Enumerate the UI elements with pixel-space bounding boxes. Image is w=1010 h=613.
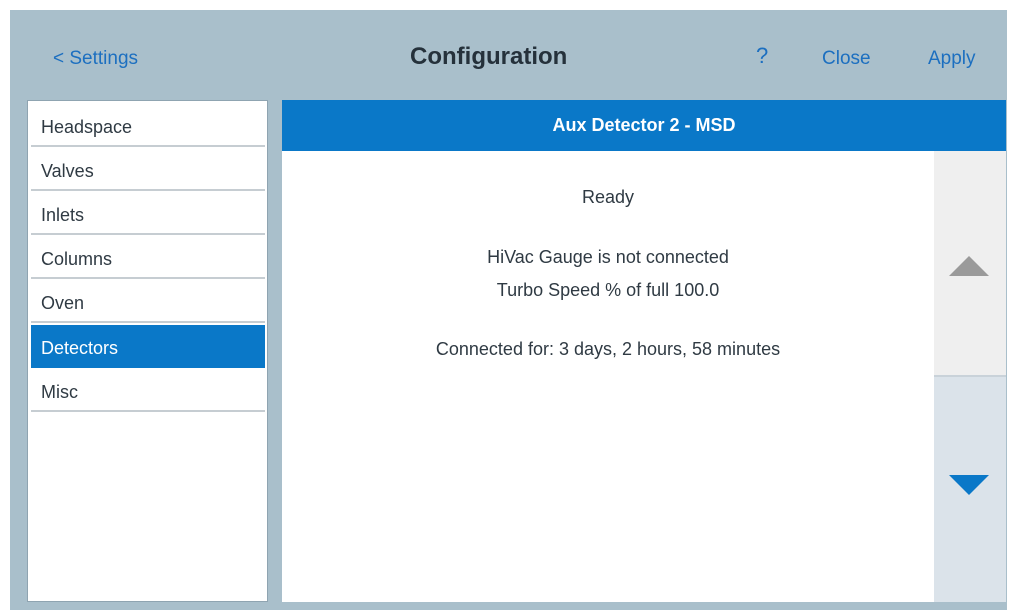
help-button[interactable]: ? xyxy=(756,43,768,69)
gauge-status-text: HiVac Gauge is not connected xyxy=(487,247,729,267)
sidebar-item-headspace[interactable]: Headspace xyxy=(31,104,265,147)
sidebar-item-label: Valves xyxy=(41,161,94,181)
triangle-down-icon xyxy=(949,475,989,495)
back-to-settings-button[interactable]: < Settings xyxy=(53,48,138,70)
close-button[interactable]: Close xyxy=(822,48,871,70)
sidebar-item-label: Misc xyxy=(41,382,78,402)
panel-body: Ready HiVac Gauge is not connected Turbo… xyxy=(282,151,934,602)
turbo-speed-text: Turbo Speed % of full 100.0 xyxy=(496,280,720,300)
scroll-up-button[interactable] xyxy=(934,151,1006,375)
sidebar-item-label: Oven xyxy=(41,293,85,313)
sidebar-item-label: Headspace xyxy=(41,117,133,137)
sidebar-item-misc[interactable]: Misc xyxy=(31,369,265,412)
sidebar-item-detectors[interactable]: Detectors xyxy=(31,325,265,368)
sidebar-item-oven[interactable]: Oven xyxy=(31,280,265,323)
sidebar-item-inlets[interactable]: Inlets xyxy=(31,192,265,235)
sidebar-item-label: Inlets xyxy=(41,205,85,225)
triangle-up-icon xyxy=(949,256,989,276)
connected-duration-text: Connected for: 3 days, 2 hours, 58 minut… xyxy=(435,339,781,359)
sidebar-item-valves[interactable]: Valves xyxy=(31,148,265,191)
apply-button[interactable]: Apply xyxy=(928,48,976,70)
detector-panel: Aux Detector 2 - MSD Ready HiVac Gauge i… xyxy=(282,100,1006,602)
sidebar-item-label: Detectors xyxy=(41,338,119,358)
sidebar-menu: Headspace Valves Inlets Columns Oven Det… xyxy=(27,100,268,602)
configuration-window: < Settings Configuration ? Close Apply H… xyxy=(10,10,1007,610)
panel-title: Aux Detector 2 - MSD xyxy=(282,100,1006,151)
status-text: Ready xyxy=(581,187,635,207)
sidebar-item-columns[interactable]: Columns xyxy=(31,236,265,279)
header-bar: < Settings Configuration ? Close Apply xyxy=(10,10,1007,100)
sidebar-item-label: Columns xyxy=(41,249,113,269)
page-title: Configuration xyxy=(410,43,568,70)
scroll-down-button[interactable] xyxy=(934,375,1006,602)
scroll-controls xyxy=(934,151,1006,602)
